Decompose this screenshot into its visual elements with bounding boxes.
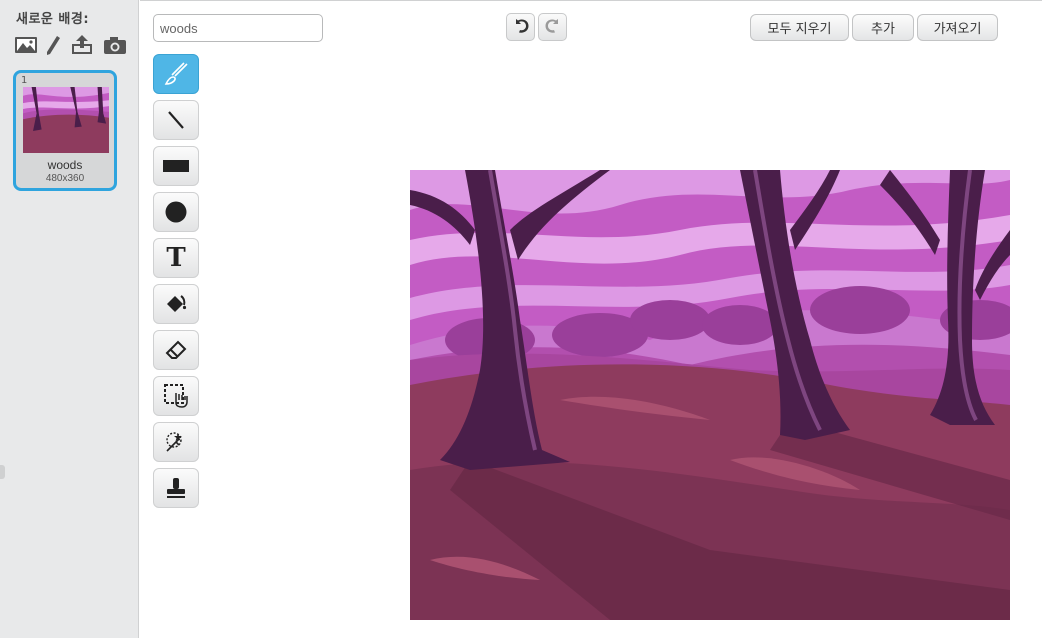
choose-from-library-icon[interactable] [14,34,38,56]
upload-icon[interactable] [70,34,94,56]
undo-icon [512,16,530,38]
rectangle-tool-button[interactable] [153,146,199,186]
paint-new-icon[interactable] [44,34,62,56]
paint-editor: 모두 지우기 추가 가져오기 T [140,0,1042,638]
backdrop-name-label: woods [47,158,83,172]
stamp-tool-button[interactable] [153,468,199,508]
rectangle-icon [163,158,189,174]
reshape-tool-button[interactable] [153,422,199,462]
backdrop-size-label: 480x360 [45,173,85,184]
redo-icon [544,16,562,38]
select-tool-button[interactable] [153,376,199,416]
backdrop-list-panel: 새로운 배경: 1 woods 480x360 [0,0,139,638]
new-backdrop-label: 새로운 배경: [16,12,90,27]
fill-tool-button[interactable] [153,284,199,324]
backdrop-index: 1 [21,75,28,86]
backdrop-thumbnail[interactable]: 1 woods 480x360 [13,70,117,191]
ellipse-tool-button[interactable] [153,192,199,232]
add-button[interactable]: 추가 [852,14,914,41]
eraser-icon [164,338,188,362]
import-button[interactable]: 가져오기 [917,14,998,41]
stamp-icon [164,476,188,500]
ellipse-icon [164,200,188,224]
backdrop-name-input[interactable] [153,14,323,42]
woods-backdrop-image [410,170,1010,620]
clear-button[interactable]: 모두 지우기 [750,14,849,41]
eraser-tool-button[interactable] [153,330,199,370]
collapse-handle[interactable] [0,465,5,479]
reshape-icon [163,429,189,455]
line-tool-button[interactable] [153,100,199,140]
undo-button[interactable] [506,13,535,41]
brush-tool-button[interactable] [153,54,199,94]
text-tool-button[interactable]: T [153,238,199,278]
backdrop-thumbnail-image [23,87,109,153]
paint-canvas[interactable] [410,170,1010,620]
redo-button[interactable] [538,13,567,41]
select-icon [163,383,189,409]
camera-icon[interactable] [102,34,128,56]
fill-icon [164,292,188,316]
line-icon [164,108,188,132]
brush-icon [162,62,190,86]
text-icon: T [166,243,186,273]
